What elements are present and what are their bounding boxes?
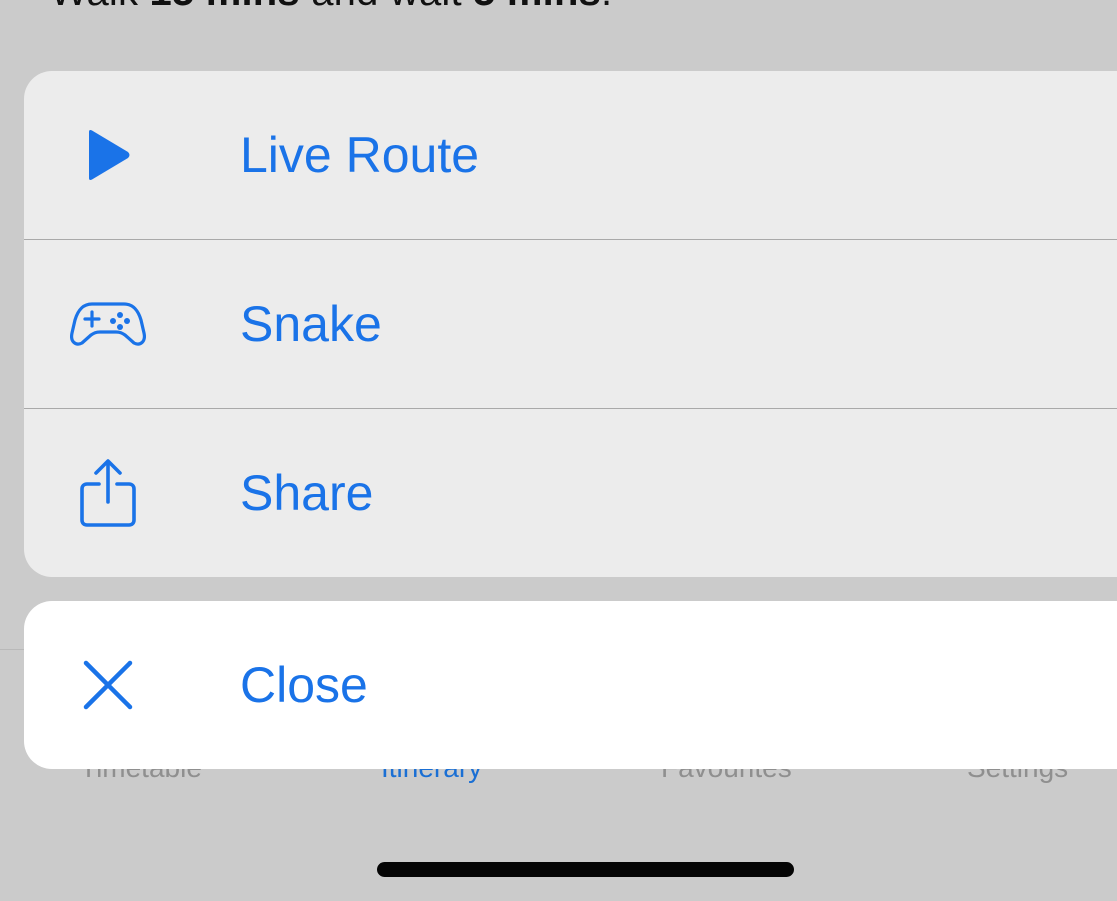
- wait-time: 5 mins: [473, 0, 601, 14]
- wait-prefix: and wait: [300, 0, 473, 14]
- share-icon: [70, 455, 146, 531]
- game-controller-icon: [70, 286, 146, 362]
- close-label: Close: [240, 657, 368, 713]
- snake-label: Snake: [240, 296, 382, 352]
- live-route-button[interactable]: Live Route: [24, 71, 1117, 239]
- walk-time: 15 mins: [150, 0, 300, 14]
- route-summary: Walk 15 mins and wait 5 mins.: [50, 0, 612, 15]
- snake-button[interactable]: Snake: [24, 239, 1117, 408]
- close-icon: [70, 647, 146, 723]
- action-sheet: Live Route Snake Share: [24, 71, 1117, 577]
- share-button[interactable]: Share: [24, 408, 1117, 577]
- share-label: Share: [240, 465, 374, 521]
- home-indicator[interactable]: [377, 862, 794, 877]
- live-route-label: Live Route: [240, 127, 480, 183]
- walk-prefix: Walk: [50, 0, 150, 14]
- summary-suffix: .: [601, 0, 612, 14]
- close-button[interactable]: Close: [24, 601, 1117, 769]
- close-sheet: Close: [24, 601, 1117, 769]
- play-icon: [70, 117, 146, 193]
